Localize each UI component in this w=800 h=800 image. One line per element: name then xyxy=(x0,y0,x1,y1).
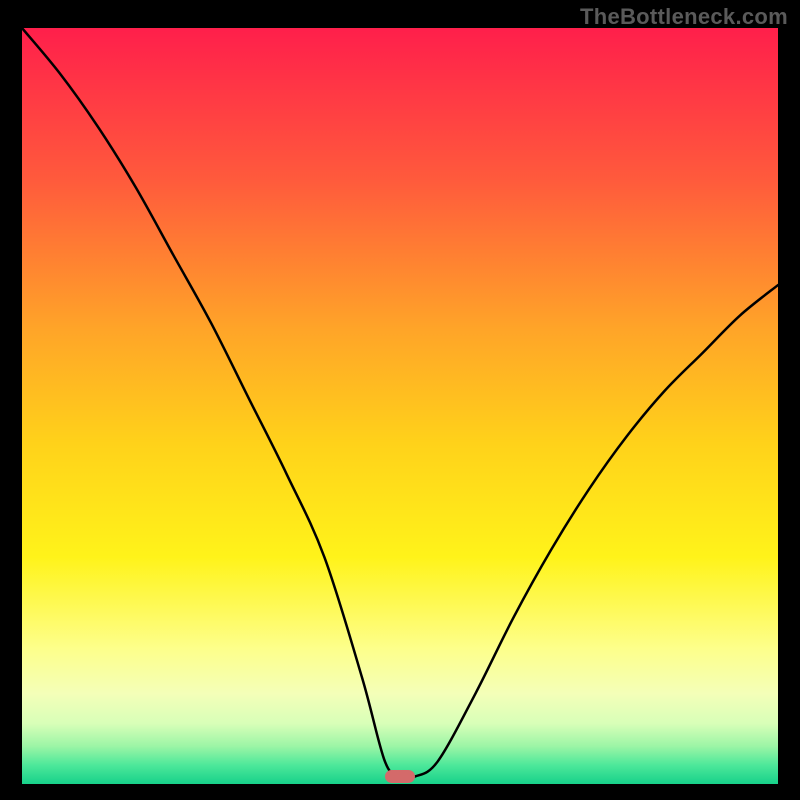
chart-gradient-background xyxy=(22,28,778,784)
bottleneck-chart xyxy=(22,28,778,784)
chart-frame: TheBottleneck.com xyxy=(0,0,800,800)
attribution-label: TheBottleneck.com xyxy=(580,4,788,30)
optimal-point-marker xyxy=(385,770,415,783)
